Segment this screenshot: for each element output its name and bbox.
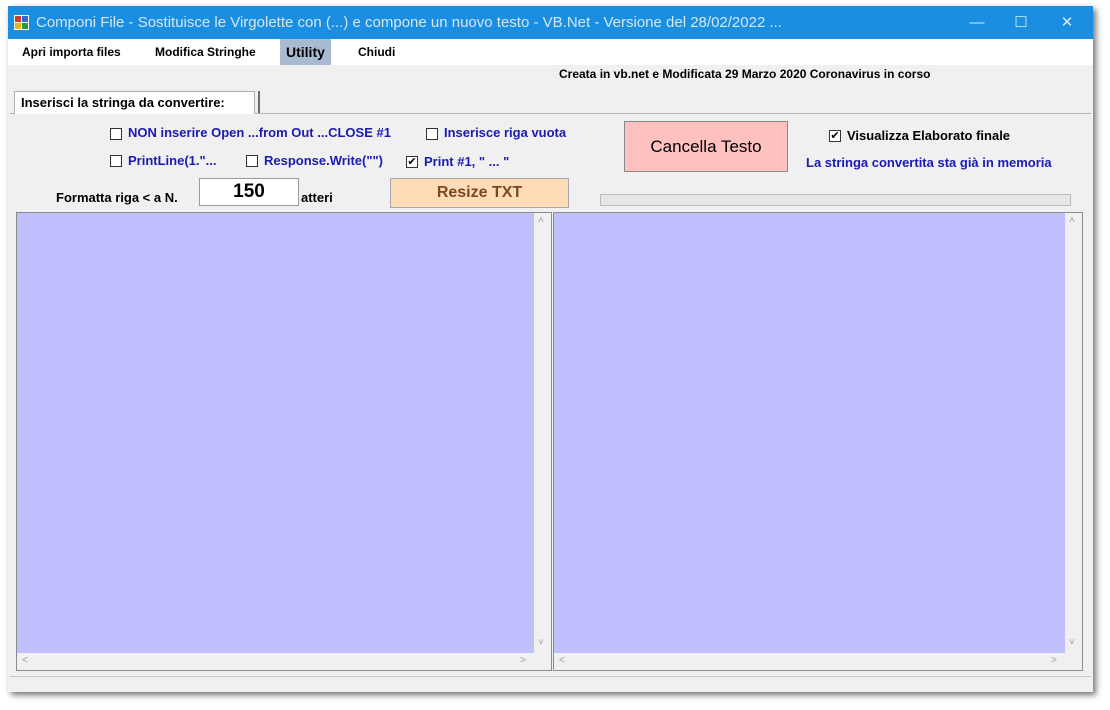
app-window: Componi File - Sostituisce le Virgolette… — [8, 6, 1093, 692]
scroll-right-icon[interactable]: > — [520, 655, 526, 666]
menu-bar: Apri importa files Modifica Stringhe Uti… — [8, 39, 1093, 65]
scroll-down-icon[interactable]: ˅ — [538, 637, 544, 648]
check-icon: ✔ — [407, 156, 417, 168]
checkbox-visualizza-elaborato[interactable]: ✔ — [829, 130, 841, 142]
close-button[interactable]: ✕ — [1044, 6, 1090, 39]
menu-chiudi[interactable]: Chiudi — [352, 39, 401, 65]
status-bar — [10, 676, 1091, 691]
label-non-inserire-open[interactable]: NON inserire Open ...from Out ...CLOSE #… — [128, 125, 391, 140]
maximize-icon: ☐ — [1014, 14, 1028, 31]
memoria-status-label: La stringa convertita sta già in memoria — [806, 155, 1052, 170]
label-visualizza-elaborato[interactable]: Visualizza Elaborato finale — [847, 128, 1010, 143]
menu-modifica-stringhe[interactable]: Modifica Stringhe — [149, 39, 262, 65]
tab-label: Inserisci la stringa da convertire: — [21, 95, 225, 110]
checkbox-inserisce-riga-vuota[interactable] — [426, 128, 438, 140]
scroll-corner — [534, 653, 551, 670]
formatta-riga-label: Formatta riga < a N. — [56, 190, 178, 205]
scroll-left-icon[interactable]: < — [559, 655, 565, 666]
app-icon — [14, 15, 29, 30]
input-text-area[interactable]: ˄ ˅ < > — [16, 212, 552, 671]
tab-edge — [258, 91, 260, 113]
input-horizontal-scrollbar[interactable]: < > — [17, 653, 534, 670]
maximize-button[interactable]: ☐ — [998, 6, 1044, 39]
scroll-left-icon[interactable]: < — [22, 655, 28, 666]
scroll-down-icon[interactable]: ˅ — [1069, 637, 1075, 648]
checkbox-printline[interactable] — [110, 155, 122, 167]
cancella-testo-button[interactable]: Cancella Testo — [624, 121, 788, 172]
output-horizontal-scrollbar[interactable]: < > — [554, 653, 1065, 670]
checkbox-print1[interactable]: ✔ — [406, 156, 418, 168]
minimize-button[interactable]: — — [954, 6, 1000, 39]
scroll-corner — [1065, 653, 1082, 670]
numero-caratteri-input[interactable]: 150 — [199, 178, 299, 206]
label-print1[interactable]: Print #1, " ... " — [424, 154, 509, 169]
scroll-right-icon[interactable]: > — [1051, 655, 1057, 666]
output-vertical-scrollbar[interactable]: ˄ ˅ — [1065, 213, 1082, 653]
minimize-icon: — — [969, 14, 985, 31]
menu-apri-importa-files[interactable]: Apri importa files — [16, 39, 127, 65]
checkbox-non-inserire-open[interactable] — [110, 128, 122, 140]
label-inserisce-riga-vuota[interactable]: Inserisce riga vuota — [444, 125, 566, 140]
scroll-up-icon[interactable]: ˄ — [538, 215, 544, 226]
label-printline[interactable]: PrintLine(1."... — [128, 153, 217, 168]
close-icon: ✕ — [1060, 14, 1074, 31]
resize-txt-button[interactable]: Resize TXT — [390, 178, 569, 208]
created-note: Creata in vb.net e Modificata 29 Marzo 2… — [559, 67, 931, 81]
scroll-up-icon[interactable]: ˄ — [1069, 215, 1075, 226]
output-text-area[interactable]: ˄ ˅ < > — [553, 212, 1083, 671]
caratteri-label: atteri — [301, 190, 333, 205]
checkbox-response-write[interactable] — [246, 155, 258, 167]
progress-bar — [600, 194, 1071, 206]
title-bar[interactable]: Componi File - Sostituisce le Virgolette… — [8, 6, 1093, 39]
window-title: Componi File - Sostituisce le Virgolette… — [36, 14, 782, 31]
label-response-write[interactable]: Response.Write("") — [264, 153, 383, 168]
check-icon: ✔ — [830, 130, 840, 142]
input-vertical-scrollbar[interactable]: ˄ ˅ — [534, 213, 551, 653]
tab-inserisci-stringa[interactable]: Inserisci la stringa da convertire: — [14, 91, 255, 114]
menu-utility[interactable]: Utility — [280, 39, 331, 65]
